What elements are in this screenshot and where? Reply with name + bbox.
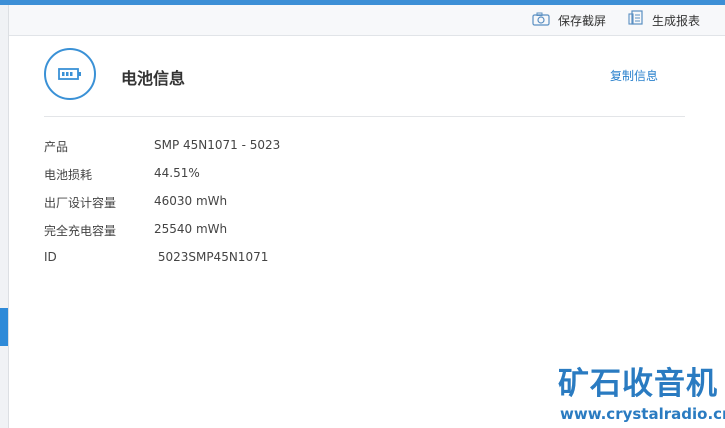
info-label: 完全充电容量 xyxy=(44,224,117,238)
left-nav-bar xyxy=(0,5,9,428)
info-label: ID xyxy=(44,250,57,264)
battery-icon xyxy=(44,48,96,100)
left-nav-active-marker[interactable] xyxy=(0,308,8,346)
watermark-title: 矿石收音机 xyxy=(558,366,718,402)
info-value: 44.51% xyxy=(154,166,200,180)
info-value: SMP 45N1071 - 5023 xyxy=(154,138,281,152)
camera-icon xyxy=(532,11,550,30)
info-label: 产品 xyxy=(44,140,69,154)
copy-info-link[interactable]: 复制信息 xyxy=(610,67,658,84)
watermark: 矿石收音机 www.crystalradio.cn xyxy=(558,366,725,426)
report-icon xyxy=(628,10,644,30)
generate-report-button[interactable]: 生成报表 xyxy=(628,10,701,30)
page-title: 电池信息 xyxy=(121,69,186,88)
watermark-url: www.crystalradio.cn xyxy=(560,405,725,423)
info-value: 25540 mWh xyxy=(154,222,228,236)
info-label: 出厂设计容量 xyxy=(44,196,117,210)
save-screenshot-label: 保存截屏 xyxy=(558,13,607,28)
info-value: 5023SMP45N1071 xyxy=(154,250,269,264)
info-value: 46030 mWh xyxy=(154,194,228,208)
battery-info-header: 电池信息 复制信息 xyxy=(44,48,685,117)
save-screenshot-button[interactable]: 保存截屏 xyxy=(532,11,606,29)
info-label: 电池损耗 xyxy=(44,168,93,182)
toolbar: 保存截屏 生成报表 xyxy=(9,5,725,36)
generate-report-label: 生成报表 xyxy=(652,13,701,28)
